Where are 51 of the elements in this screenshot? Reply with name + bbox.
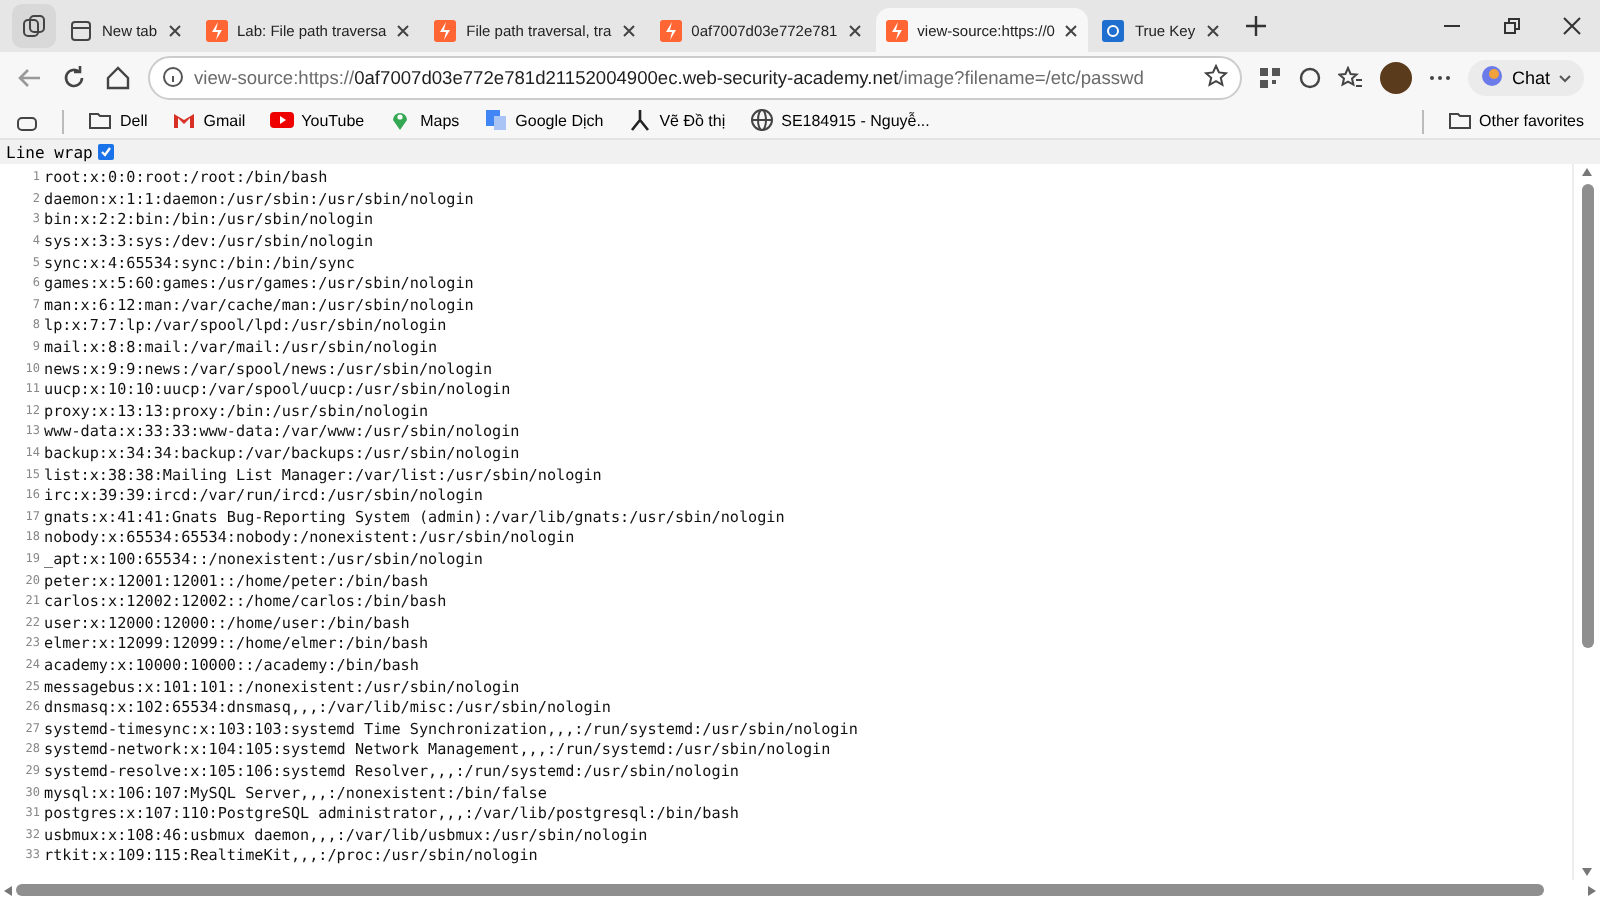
more-button[interactable] — [1427, 74, 1452, 82]
bookmark[interactable]: Dell — [88, 107, 148, 135]
copilot-logo-icon — [1479, 64, 1504, 92]
qr-code-button[interactable] — [1257, 66, 1282, 90]
lightning-logo-icon — [659, 19, 682, 41]
tab-actions-button[interactable] — [12, 4, 56, 48]
scroll-up-arrow-icon[interactable] — [1582, 168, 1592, 176]
home-button[interactable] — [104, 64, 132, 92]
lightning-logo-icon — [205, 19, 228, 41]
bookmark[interactable]: Gmail — [171, 107, 246, 135]
chat-button[interactable]: Chat — [1467, 60, 1584, 96]
scroll-right-arrow-icon[interactable] — [1588, 885, 1596, 895]
lightning-logo-icon — [434, 19, 457, 41]
favorites-button[interactable] — [1337, 66, 1364, 90]
close-icon[interactable] — [167, 23, 182, 37]
scroll-left-arrow-icon[interactable] — [4, 885, 12, 895]
extensions-button[interactable] — [1297, 66, 1322, 90]
star-icon[interactable] — [1203, 64, 1228, 92]
graph-icon — [627, 107, 652, 135]
tab-actions-icon — [22, 14, 46, 38]
close-icon[interactable] — [847, 23, 862, 37]
close-icon[interactable] — [1064, 23, 1079, 37]
bookmark[interactable]: Google Dịch — [483, 107, 604, 135]
close-icon[interactable] — [1205, 23, 1220, 37]
back-button[interactable] — [16, 64, 44, 92]
bookmark[interactable]: Maps — [388, 107, 460, 135]
bookmark[interactable]: SE184915 - Nguyễ... — [749, 107, 930, 135]
globe-icon — [749, 107, 774, 135]
close-icon — [1562, 16, 1582, 36]
reload-button[interactable] — [60, 64, 88, 92]
address-bar[interactable]: view-source:https://0af7007d03e772e781d21152004900ec.web-security-academy.net/image?filename=/etc/passwd — [148, 56, 1242, 100]
key-logo-icon — [1102, 19, 1125, 41]
bookmark[interactable]: YouTube — [269, 107, 365, 135]
restore-icon — [1502, 16, 1522, 36]
translate-icon — [483, 107, 508, 135]
lightning-logo-icon — [885, 19, 908, 41]
vertical-scrollbar[interactable] — [1572, 164, 1600, 880]
horizontal-scrollbar[interactable] — [0, 880, 1600, 900]
url-text: view-source:https://0af7007d03e772e781d21152004900ec.web-security-academy.net/image?filename=/etc/passwd — [194, 68, 1146, 88]
bookmark[interactable]: Other favorites — [1447, 107, 1584, 135]
close-icon[interactable] — [621, 23, 636, 37]
scroll-down-arrow-icon[interactable] — [1582, 868, 1592, 876]
folder-icon — [88, 107, 112, 135]
folder-icon — [1447, 107, 1472, 135]
line-wrap-checkbox[interactable] — [98, 144, 115, 160]
close-icon[interactable] — [396, 23, 411, 37]
info-icon — [162, 65, 184, 91]
page-icon — [70, 19, 92, 41]
profile-avatar[interactable] — [1379, 62, 1412, 94]
line-wrap-label: Line wrap — [6, 143, 93, 161]
bookmark[interactable]: Vẽ Đồ thị — [627, 107, 726, 135]
